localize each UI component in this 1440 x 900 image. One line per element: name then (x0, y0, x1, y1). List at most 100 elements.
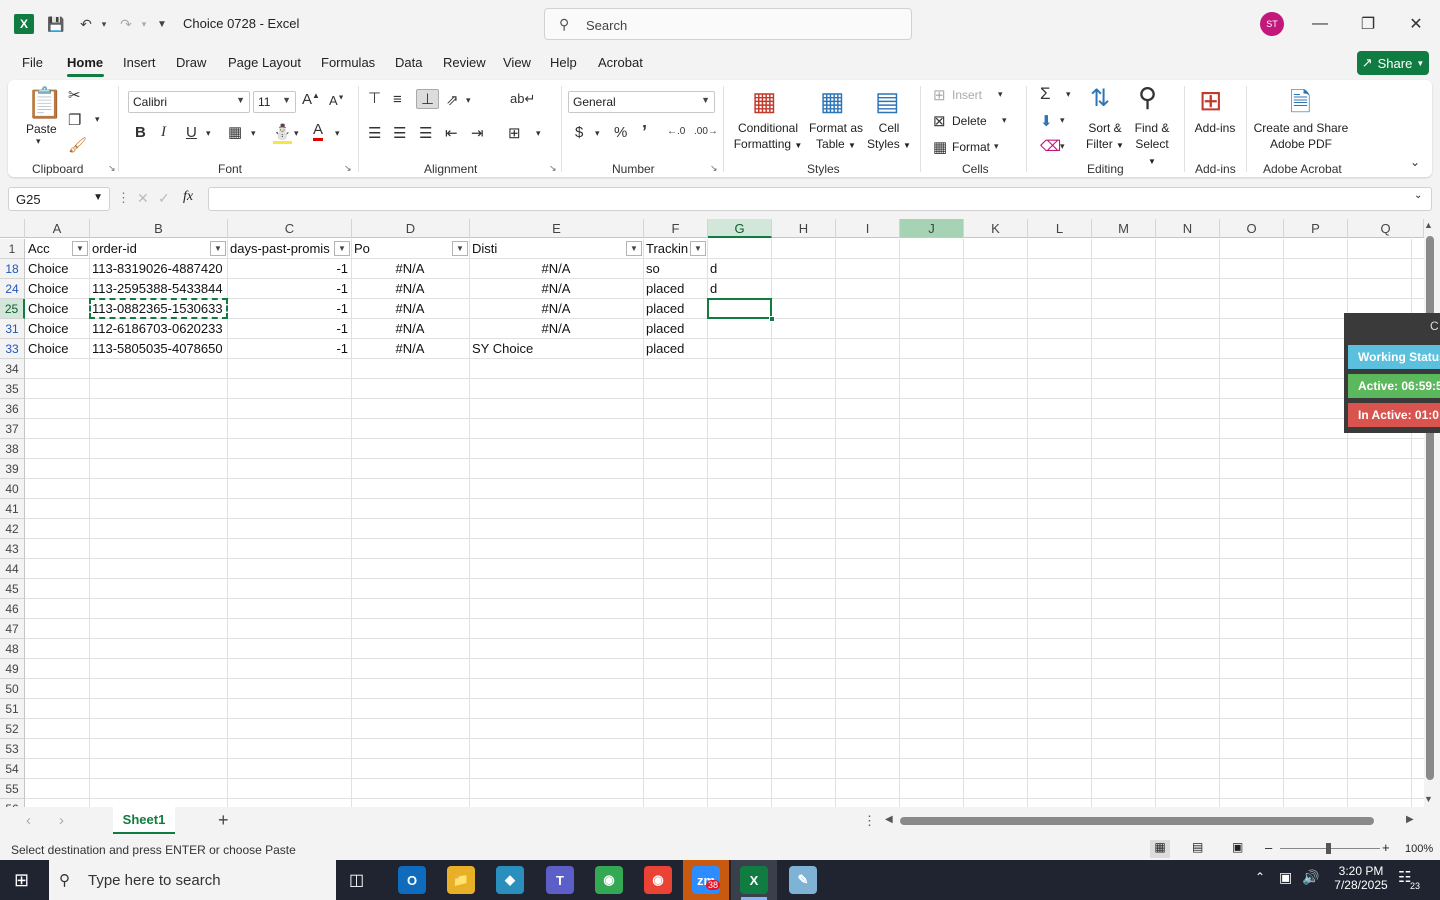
row-header[interactable]: 52 (0, 719, 25, 739)
excel-app-icon[interactable]: X (740, 866, 768, 894)
cell-order-id[interactable]: 112-6186703-0620233 (89, 319, 227, 339)
fill-icon[interactable]: ⬇ (1040, 112, 1053, 130)
col-header-b[interactable]: B (90, 219, 228, 238)
col-header-n[interactable]: N (1156, 219, 1220, 238)
cell-disti[interactable]: #N/A (469, 279, 643, 299)
cell-order-id[interactable]: 113-5805035-4078650 (89, 339, 227, 359)
next-sheet-icon[interactable]: › (59, 812, 64, 829)
tab-split-icon[interactable]: ⋮ (863, 813, 876, 829)
row-header[interactable]: 54 (0, 759, 25, 779)
add-sheet-icon[interactable]: + (218, 810, 229, 831)
row-header[interactable]: 1 (0, 239, 25, 259)
underline-icon[interactable]: U (186, 124, 197, 141)
align-top-icon[interactable]: ⊤ (368, 89, 381, 107)
scroll-down-icon[interactable]: ▼ (1424, 794, 1433, 804)
format-dropdown-icon[interactable]: ▾ (994, 141, 999, 152)
paste-button[interactable]: Paste (26, 121, 57, 137)
restore-icon[interactable]: ❐ (1356, 12, 1380, 36)
insert-cells-button[interactable]: Insert (952, 87, 982, 103)
tab-acrobat[interactable]: Acrobat (598, 55, 643, 70)
filter-dropdown-icon[interactable]: ▼ (334, 241, 350, 256)
cell-d1[interactable]: Po (351, 239, 451, 259)
autosum-dropdown-icon[interactable]: ▾ (1066, 89, 1071, 100)
delete-cells-button[interactable]: Delete (952, 113, 987, 129)
active-cell-selection[interactable] (707, 298, 772, 319)
format-cells-button[interactable]: Format (952, 139, 990, 155)
row-header[interactable]: 43 (0, 539, 25, 559)
avatar[interactable]: ST (1260, 12, 1284, 36)
cell-a1[interactable]: Acc (25, 239, 75, 259)
increase-font-icon[interactable]: A▲ (302, 91, 320, 108)
cell-order-id[interactable]: 113-8319026-4887420 (89, 259, 227, 279)
col-header-m[interactable]: M (1092, 219, 1156, 238)
chevron-down-icon[interactable]: ▾ (36, 136, 41, 147)
chrome-app-icon[interactable]: ◉ (595, 866, 623, 894)
prev-sheet-icon[interactable]: ‹ (26, 812, 31, 829)
taskbar-search-input[interactable]: ⚲ Type here to search (49, 860, 336, 900)
cell-acc[interactable]: Choice (25, 279, 89, 299)
col-header-f[interactable]: F (644, 219, 708, 238)
merge-dropdown-icon[interactable]: ▾ (536, 128, 541, 139)
zoom-in-icon[interactable]: + (1382, 840, 1390, 855)
cell-po[interactable]: #N/A (351, 339, 469, 359)
worksheet-grid[interactable]: A B C D E F G H I J K L M N O P Q 1 18 2… (0, 219, 1424, 807)
col-header-g[interactable]: G (708, 219, 772, 238)
cell-tracking[interactable]: placed (643, 299, 707, 319)
find-select-icon[interactable]: ⚲ (1138, 82, 1157, 113)
fill-dropdown-icon[interactable]: ▾ (294, 128, 299, 139)
row-header[interactable]: 18 (0, 259, 25, 279)
row-header[interactable]: 55 (0, 779, 25, 799)
zoom-out-icon[interactable]: – (1265, 840, 1272, 855)
cell-f1[interactable]: Trackin (643, 239, 691, 259)
conditional-formatting-button[interactable]: Conditional Formatting ▼ (733, 120, 803, 154)
cell-po[interactable]: #N/A (351, 279, 469, 299)
enter-formula-icon[interactable]: ✓ (158, 190, 170, 207)
sort-filter-icon[interactable]: ⇅ (1090, 84, 1110, 113)
redo-dropdown-icon[interactable]: ▾ (134, 14, 154, 34)
cell-tracking[interactable]: placed (643, 279, 707, 299)
cell-po[interactable]: #N/A (351, 319, 469, 339)
row-header[interactable]: 51 (0, 699, 25, 719)
col-header-c[interactable]: C (228, 219, 352, 238)
normal-view-icon[interactable]: ▦ (1150, 840, 1170, 858)
cell-disti[interactable]: #N/A (469, 259, 643, 279)
row-header[interactable]: 33 (0, 339, 25, 359)
search-input[interactable]: ⚲ Search (544, 8, 912, 40)
tab-home[interactable]: Home (67, 55, 103, 70)
row-header[interactable]: 56 (0, 799, 25, 807)
row-header[interactable]: 49 (0, 659, 25, 679)
horizontal-scroll-thumb[interactable] (900, 817, 1374, 825)
row-header[interactable]: 50 (0, 679, 25, 699)
col-header-e[interactable]: E (470, 219, 644, 238)
cell-acc[interactable]: Choice (25, 319, 89, 339)
zoom-level[interactable]: 100% (1405, 843, 1433, 855)
undo-dropdown-icon[interactable]: ▾ (94, 14, 114, 34)
delete-dropdown-icon[interactable]: ▾ (1002, 115, 1007, 126)
borders-dropdown-icon[interactable]: ▾ (251, 128, 256, 139)
cell-po[interactable]: #N/A (351, 259, 469, 279)
format-as-table-button[interactable]: Format as Table ▼ (806, 120, 866, 154)
add-ins-button[interactable]: Add-ins (1190, 120, 1240, 136)
row-header[interactable]: 44 (0, 559, 25, 579)
cell-disti[interactable]: #N/A (469, 299, 643, 319)
col-header-a[interactable]: A (25, 219, 90, 238)
cell-po[interactable]: #N/A (351, 299, 469, 319)
cell-tracking[interactable]: placed (643, 319, 707, 339)
row-header[interactable]: 40 (0, 479, 25, 499)
font-launcher-icon[interactable]: ↘ (344, 163, 352, 174)
row-header[interactable]: 48 (0, 639, 25, 659)
windows-start-icon[interactable]: ⊞ (14, 870, 29, 891)
clipboard-launcher-icon[interactable]: ↘ (108, 163, 116, 174)
cell-days[interactable]: -1 (227, 299, 351, 319)
alignment-launcher-icon[interactable]: ↘ (549, 163, 557, 174)
cell-b1[interactable]: order-id (89, 239, 209, 259)
tab-insert[interactable]: Insert (123, 55, 156, 70)
tab-formulas[interactable]: Formulas (321, 55, 375, 70)
delete-cells-icon[interactable]: ⊠ (933, 112, 946, 130)
row-header[interactable]: 25 (0, 299, 25, 319)
font-size-combo[interactable]: 11 ▼ (253, 91, 296, 113)
format-cells-icon[interactable]: ▦ (933, 138, 947, 156)
select-all-corner[interactable] (0, 219, 25, 238)
tab-help[interactable]: Help (550, 55, 577, 70)
network-icon[interactable]: ▣ (1279, 869, 1292, 886)
